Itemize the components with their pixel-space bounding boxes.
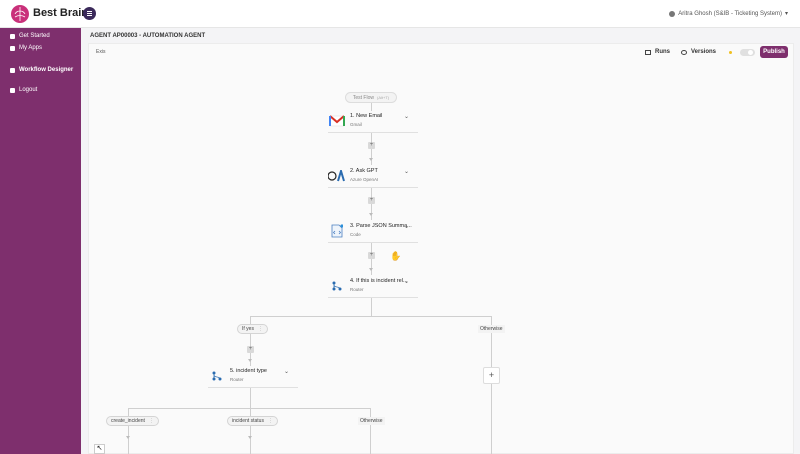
runs-button[interactable]: Runs [645, 49, 670, 55]
test-flow-button[interactable]: Test Flow (Alt+T) [345, 92, 397, 103]
flow-node-router-incident[interactable]: 4. If this is incident rel... Router ⌄ [328, 275, 418, 297]
sidebar-item-logout[interactable]: Logout [10, 87, 37, 93]
sidebar-item-my-apps[interactable]: My Apps [10, 45, 42, 51]
sidebar-item-get-started[interactable]: Get Started [10, 33, 50, 39]
arrow-down-icon [369, 213, 373, 216]
add-step-button[interactable]: + [368, 142, 375, 149]
divider [328, 132, 418, 133]
workflow-canvas[interactable] [88, 43, 794, 454]
branch-create-incident[interactable]: create_incident ⋮ [106, 416, 159, 426]
connector [128, 408, 129, 454]
branch-label: incident status [232, 418, 264, 424]
arrow-down-icon [248, 359, 252, 362]
divider [208, 387, 298, 388]
flow-node-new-email[interactable]: 1. New Email Gmail ⌄ [328, 110, 418, 132]
sidebar-item-label: My Apps [19, 45, 43, 51]
history-icon [681, 49, 687, 55]
chevron-down-icon[interactable]: ⌄ [404, 223, 409, 230]
logout-icon [10, 87, 15, 93]
node-title: 1. New Email [350, 113, 383, 119]
enable-toggle[interactable] [740, 49, 755, 56]
flow-node-ask-gpt[interactable]: 2. Ask GPT Azure OpenAI ⌄ [328, 165, 418, 187]
chevron-down-icon[interactable]: ⌄ [284, 368, 289, 375]
publish-button[interactable]: Publish [760, 46, 788, 58]
sidebar-item-workflow-designer[interactable]: Workflow Designer [10, 67, 73, 73]
connector [371, 298, 372, 316]
branch-otherwise[interactable]: Otherwise [358, 417, 385, 425]
user-icon [669, 10, 676, 17]
status-dot [729, 51, 732, 54]
people-icon [10, 33, 15, 39]
node-subtitle: Code [350, 232, 361, 237]
add-step-button[interactable]: + [368, 197, 375, 204]
flow-node-incident-type[interactable]: 5. incident type Router ⌄ [208, 365, 298, 387]
router-icon [328, 277, 345, 294]
chevron-down-icon[interactable]: ⌄ [404, 278, 409, 285]
brand-name: Best Brain [33, 7, 89, 19]
more-icon[interactable]: ⋮ [268, 418, 273, 424]
chevron-down-icon[interactable]: ⌄ [404, 113, 409, 120]
test-flow-shortcut: (Alt+T) [377, 95, 390, 100]
top-bar: Best Brain Aritra Ghosh (S&IB - Ticketin… [0, 0, 800, 28]
node-subtitle: Router [350, 287, 364, 292]
list-icon [645, 49, 651, 55]
divider [328, 187, 418, 188]
more-icon[interactable]: ⋮ [149, 418, 154, 424]
connector [250, 408, 251, 454]
brain-logo-icon [11, 5, 29, 23]
arrow-down-icon [369, 268, 373, 271]
branch-label: If yes [242, 326, 254, 332]
test-flow-label: Test Flow [352, 94, 374, 101]
arrow-down-icon [126, 436, 130, 439]
more-icon[interactable]: ⋮ [258, 326, 263, 332]
branch-otherwise[interactable]: Otherwise [478, 325, 505, 333]
sidebar: Get Started My Apps Workflow Designer Lo… [0, 28, 81, 454]
connector [250, 388, 251, 408]
divider [328, 297, 418, 298]
chevron-down-icon[interactable]: ⌄ [404, 168, 409, 175]
branch-incident-status[interactable]: incident status ⋮ [227, 416, 278, 426]
select-tool-icon[interactable]: ↖ [94, 444, 105, 454]
router-icon [208, 367, 225, 384]
node-title: 3. Parse JSON Summa... [350, 223, 412, 229]
node-title: 4. If this is incident rel... [350, 278, 408, 284]
sidebar-item-label: Get Started [19, 33, 50, 39]
node-title: 5. incident type [230, 368, 267, 374]
user-icon [10, 45, 15, 51]
versions-label: Versions [691, 49, 717, 55]
add-step-button[interactable]: + [247, 346, 254, 353]
branch-if-yes[interactable]: If yes ⋮ [237, 324, 268, 334]
gmail-icon [328, 112, 345, 129]
connector [370, 408, 371, 454]
add-step-box[interactable]: + [483, 367, 500, 384]
node-title: 2. Ask GPT [350, 168, 378, 174]
versions-button[interactable]: Versions [681, 49, 716, 55]
divider [328, 242, 418, 243]
connector [491, 384, 492, 454]
exit-link[interactable]: Exis [96, 49, 105, 55]
menu-toggle-button[interactable] [83, 7, 96, 20]
node-subtitle: Router [230, 377, 244, 382]
sidebar-item-label: Logout [19, 87, 38, 93]
branch-label: create_incident [111, 418, 145, 424]
sidebar-item-label: Workflow Designer [19, 67, 74, 73]
node-subtitle: Gmail [350, 122, 362, 127]
arrow-down-icon [248, 436, 252, 439]
user-menu[interactable]: Aritra Ghosh (S&IB - Ticketing System) ▾ [669, 10, 788, 17]
flow-node-parse-json[interactable]: 3. Parse JSON Summa... Code ⌄ [328, 220, 418, 242]
arrow-down-icon [369, 158, 373, 161]
gear-icon [10, 67, 15, 73]
page-title: AGENT AP00003 - AUTOMATION AGENT [90, 33, 206, 39]
chevron-down-icon: ▾ [784, 11, 788, 17]
code-file-icon [328, 222, 345, 239]
runs-label: Runs [655, 49, 670, 55]
hand-cursor-icon: ✋ [390, 251, 402, 261]
openai-icon [328, 167, 345, 184]
user-name: Aritra Ghosh (S&IB - Ticketing System) [678, 10, 782, 17]
branch-connector [250, 316, 492, 317]
add-step-button[interactable]: + [368, 252, 375, 259]
connector [491, 316, 492, 367]
node-subtitle: Azure OpenAI [350, 177, 379, 182]
